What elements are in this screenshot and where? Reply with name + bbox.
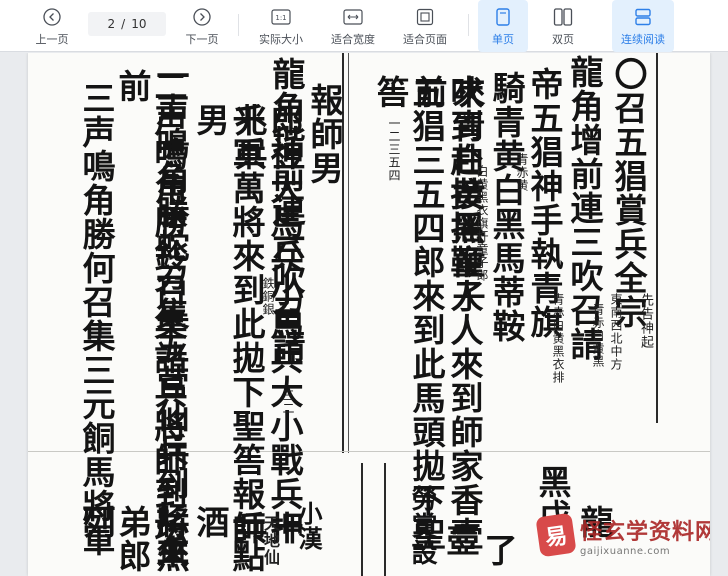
watermark-text: 怪玄学资料网 gaijixuanne.com bbox=[580, 514, 710, 557]
fit-width-icon bbox=[342, 6, 364, 28]
watermark-name: 怪玄学资料网 bbox=[580, 519, 710, 545]
scanned-page: 〇召五猖賞兵全宗 龍角增前連三吹召請 帝五猖神手執青旗 騎青黄白黑馬蒂鞍 來青白… bbox=[28, 53, 710, 576]
text-column: 三声鳴角勝何召集三元餇馬將軍 bbox=[77, 81, 116, 557]
text-column: 〇召五猖賞兵全宗 bbox=[609, 57, 648, 329]
text-fragment: 天地仙 bbox=[261, 515, 280, 566]
actual-size-label: 实际大小 bbox=[259, 32, 303, 46]
annotation: 先告神起 bbox=[638, 293, 653, 349]
actual-size-button[interactable]: 1:1 实际大小 bbox=[250, 0, 312, 52]
watermark-logo: 易 bbox=[535, 512, 577, 558]
next-page-label: 下一页 bbox=[185, 32, 219, 46]
text-column: 二声鳴角勝鈴召集諸兵將師到坛前 bbox=[113, 69, 188, 545]
lower-fold-line bbox=[361, 463, 363, 576]
single-page-button[interactable]: 单页 bbox=[478, 0, 528, 52]
next-page-button[interactable]: 下一页 bbox=[176, 0, 228, 52]
page-separator: / bbox=[121, 17, 126, 31]
annotation: 白黄黑衣旗杆童子郎 bbox=[475, 165, 489, 282]
annotation: 東南西北中方 bbox=[609, 293, 623, 371]
double-page-icon bbox=[552, 6, 574, 28]
annotation: 青赤白黄黑 bbox=[591, 303, 605, 368]
text-fragment: 弟郎 bbox=[113, 505, 152, 573]
total-pages: 10 bbox=[131, 17, 147, 31]
fit-page-label: 适合页面 bbox=[403, 32, 447, 46]
chevron-right-circle-icon bbox=[191, 6, 213, 28]
single-page-icon bbox=[492, 6, 514, 28]
continuous-reading-label: 连续阅读 bbox=[621, 32, 665, 46]
text-column: 報師男 bbox=[305, 83, 344, 185]
watermark-url: gaijixuanne.com bbox=[580, 545, 671, 557]
fit-page-icon bbox=[414, 6, 436, 28]
annotation: 青赤黄 bbox=[515, 153, 529, 192]
viewer-toolbar: 上一页 2 / 10 下一页 1:1 实际大小 适合宽度 适合页面 单页 双页 … bbox=[0, 0, 728, 52]
double-page-label: 双页 bbox=[552, 32, 574, 46]
toolbar-divider bbox=[238, 14, 239, 36]
continuous-reading-icon bbox=[632, 6, 654, 28]
actual-size-icon: 1:1 bbox=[270, 6, 292, 28]
center-fold-line bbox=[348, 53, 349, 453]
fit-width-button[interactable]: 适合宽度 bbox=[322, 0, 384, 52]
prev-page-button[interactable]: 上一页 bbox=[26, 0, 78, 52]
text-column: 騎青黄白黑馬蒂鞍 bbox=[487, 71, 526, 343]
text-fragment: 壺 bbox=[441, 523, 480, 557]
double-page-button[interactable]: 双页 bbox=[538, 0, 588, 52]
annotation: 一二三五四 bbox=[387, 117, 401, 182]
text-fragment: 勞賞設 bbox=[407, 485, 437, 566]
text-fragment: 將無 bbox=[151, 505, 190, 573]
watermark: 易 怪玄学资料网 gaijixuanne.com bbox=[535, 503, 710, 567]
actual-size-badge: 1:1 bbox=[275, 14, 286, 22]
annotation: 鉄銅銀 bbox=[261, 277, 275, 316]
toolbar-divider bbox=[468, 14, 469, 36]
text-fragment: 了 bbox=[479, 533, 518, 567]
annotation: 青赤白黄黑衣排 bbox=[551, 293, 565, 384]
continuous-reading-button[interactable]: 连续阅读 bbox=[612, 0, 674, 52]
prev-page-label: 上一页 bbox=[35, 32, 69, 46]
fit-width-label: 适合宽度 bbox=[331, 32, 375, 46]
current-page-input[interactable]: 2 bbox=[108, 17, 116, 31]
fit-page-button[interactable]: 适合页面 bbox=[394, 0, 456, 52]
chevron-left-circle-icon bbox=[41, 6, 63, 28]
page-border-line bbox=[656, 53, 658, 423]
annotation: 三二 bbox=[281, 389, 295, 415]
document-viewer[interactable]: 〇召五猖賞兵全宗 龍角增前連三吹召請 帝五猖神手執青旗 騎青黄白黑馬蒂鞍 來青白… bbox=[0, 53, 728, 576]
text-fragment: 列 bbox=[77, 505, 116, 539]
text-fragment: 小漢 bbox=[294, 501, 323, 551]
page-indicator: 2 / 10 bbox=[88, 12, 166, 36]
single-page-label: 单页 bbox=[492, 32, 514, 46]
